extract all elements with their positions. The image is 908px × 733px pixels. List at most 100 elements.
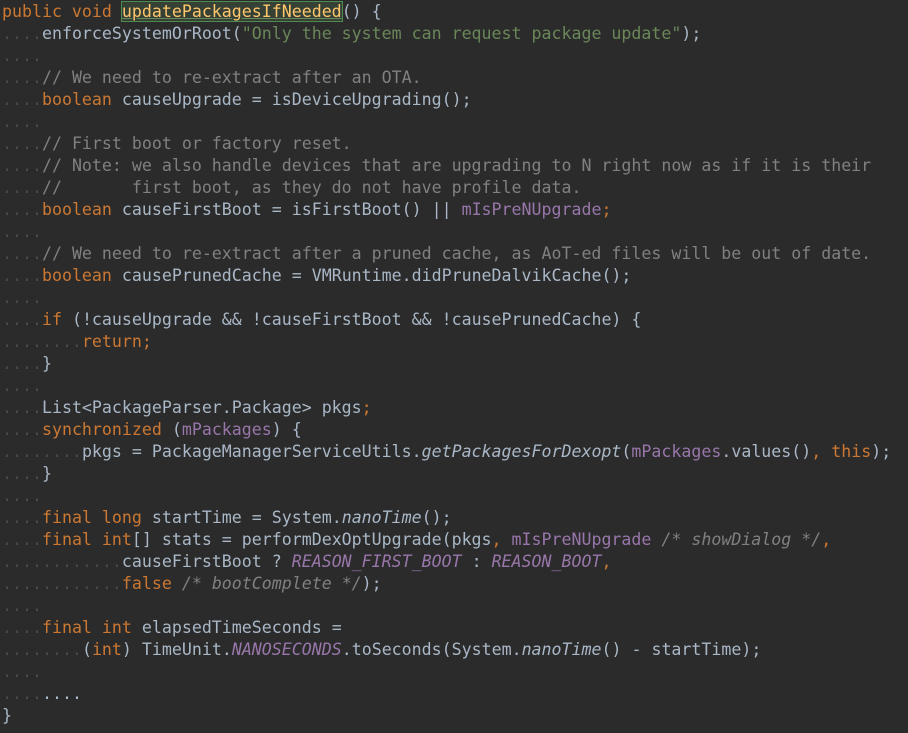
indent-guide: .... — [2, 464, 42, 483]
code-line[interactable]: .... — [2, 661, 42, 683]
indent-guide: .... — [2, 178, 42, 197]
code-token: ); — [871, 442, 892, 461]
code-line[interactable]: .... — [2, 221, 42, 243]
code-line[interactable]: .... — [2, 111, 42, 133]
code-token: mPackages — [181, 420, 272, 439]
code-line[interactable]: .... — [2, 485, 42, 507]
code-token: false — [121, 574, 182, 593]
indent-guide: .... — [2, 486, 42, 505]
code-line[interactable]: ............causeFirstBoot ? REASON_FIRS… — [2, 551, 611, 573]
indent-guide: ............ — [2, 552, 122, 571]
code-line[interactable]: ....} — [2, 353, 52, 375]
indent-guide: .... — [2, 112, 42, 131]
code-token: ( — [171, 420, 182, 439]
code-token: List<PackageParser.Package> pkgs — [41, 398, 362, 417]
indent-guide: .... — [2, 398, 42, 417]
code-token: public void — [2, 2, 122, 21]
code-token: .values() — [721, 442, 812, 461]
code-token: // Note: we also handle devices that are… — [41, 156, 872, 175]
code-token: // First boot or factory reset. — [41, 134, 352, 153]
code-token: /* bootComplete */ — [181, 574, 362, 593]
indent-guide: .... — [2, 662, 42, 681]
code-token: nanoTime — [521, 640, 602, 659]
code-line[interactable]: ........(int) TimeUnit.NANOSECONDS.toSec… — [2, 639, 761, 661]
code-line[interactable]: ....boolean causeFirstBoot = isFirstBoot… — [2, 199, 611, 221]
code-line[interactable]: ....if (!causeUpgrade && !causeFirstBoot… — [2, 309, 641, 331]
indent-guide: .... — [2, 596, 42, 615]
code-token: } — [2, 706, 12, 725]
indent-guide: .... — [2, 376, 42, 395]
code-line[interactable]: public void updatePackagesIfNeeded() { — [2, 1, 382, 23]
code-token: , — [491, 530, 512, 549]
code-token: startTime = System. — [151, 508, 342, 527]
code-line[interactable]: ....List<PackageParser.Package> pkgs; — [2, 397, 372, 419]
code-token: causePrunedCache = VMRuntime. — [121, 266, 412, 285]
code-line[interactable]: ....// First boot or factory reset. — [2, 133, 352, 155]
code-token: () - startTime); — [601, 640, 762, 659]
code-token: mIsPreNUpgrade — [461, 200, 602, 219]
indent-guide: .... — [2, 266, 42, 285]
code-line[interactable]: } — [2, 705, 12, 727]
indent-guide: .... — [2, 420, 42, 439]
code-line[interactable]: ........pkgs = PackageManagerServiceUtil… — [2, 441, 891, 463]
code-line[interactable]: ....synchronized (mPackages) { — [2, 419, 302, 441]
indent-guide: .... — [2, 156, 42, 175]
code-token: ( — [621, 442, 632, 461]
code-token: (); — [421, 508, 452, 527]
code-line[interactable]: .... — [2, 287, 42, 309]
code-line[interactable]: ....// We need to re-extract after an OT… — [2, 67, 422, 89]
indent-guide: .... — [2, 508, 42, 527]
method-name-highlight: updatePackagesIfNeeded — [120, 1, 343, 22]
code-token: boolean — [41, 200, 122, 219]
code-line[interactable]: ....// Note: we also handle devices that… — [2, 155, 871, 177]
code-token: NANOSECONDS — [231, 640, 342, 659]
code-token: pkgs = PackageManagerServiceUtils. — [81, 442, 422, 461]
code-line[interactable]: ....final long startTime = System.nanoTi… — [2, 507, 452, 529]
code-line[interactable]: .... — [2, 375, 42, 397]
code-token: ); — [361, 574, 382, 593]
code-line[interactable]: ....// first boot, as they do not have p… — [2, 177, 581, 199]
code-line[interactable]: ............false /* bootComplete */); — [2, 573, 382, 595]
code-token: REASON_BOOT — [491, 552, 602, 571]
indent-guide: .... — [2, 90, 42, 109]
code-line[interactable]: ....final int[] stats = performDexOptUpg… — [2, 529, 831, 551]
code-token: int — [91, 640, 122, 659]
indent-guide: .... — [2, 530, 42, 549]
code-token: } — [41, 354, 52, 373]
code-editor[interactable]: public void updatePackagesIfNeeded() {..… — [0, 0, 908, 733]
code-line[interactable]: .... — [2, 595, 42, 617]
code-line[interactable]: ....boolean causeUpgrade = isDeviceUpgra… — [2, 89, 472, 111]
code-line[interactable]: ....final int elapsedTimeSeconds = — [2, 617, 342, 639]
code-token: nanoTime — [341, 508, 422, 527]
code-token: : — [461, 552, 492, 571]
indent-guide: .... — [2, 46, 42, 65]
indent-guide: ............ — [2, 574, 122, 593]
code-line[interactable]: ....enforceSystemOrRoot("Only the system… — [2, 23, 701, 45]
code-token: /* showDialog */ — [661, 530, 822, 549]
code-token: // We need to re-extract after an OTA. — [41, 68, 422, 87]
code-token: didPruneDalvikCache(); — [411, 266, 632, 285]
code-token: (!causeUpgrade && !causeFirstBoot && !ca… — [71, 310, 642, 329]
indent-guide: .... — [2, 684, 42, 703]
code-token: final int — [41, 618, 142, 637]
code-token: final int — [41, 530, 132, 549]
code-token: return; — [81, 332, 152, 351]
code-token: if — [41, 310, 72, 329]
code-token: [] stats = performDexOptUpgrade(pkgs — [131, 530, 492, 549]
code-line[interactable]: .... — [2, 45, 42, 67]
code-token: , — [601, 552, 612, 571]
code-line[interactable]: ........ — [2, 683, 82, 705]
code-line[interactable]: ....boolean causePrunedCache = VMRuntime… — [2, 265, 631, 287]
code-line[interactable]: ........return; — [2, 331, 152, 353]
code-token: () { — [341, 2, 382, 21]
code-token: REASON_FIRST_BOOT — [291, 552, 462, 571]
code-line[interactable]: ....// We need to re-extract after a pru… — [2, 243, 871, 265]
code-token: ( — [81, 640, 92, 659]
code-token: boolean — [41, 90, 122, 109]
code-token: causeUpgrade = isDeviceUpgrading(); — [121, 90, 472, 109]
code-line[interactable]: ....} — [2, 463, 52, 485]
code-token: .... — [41, 684, 82, 703]
indent-guide: .... — [2, 244, 42, 263]
indent-guide: ........ — [2, 640, 82, 659]
code-token: // We need to re-extract after a pruned … — [41, 244, 872, 263]
